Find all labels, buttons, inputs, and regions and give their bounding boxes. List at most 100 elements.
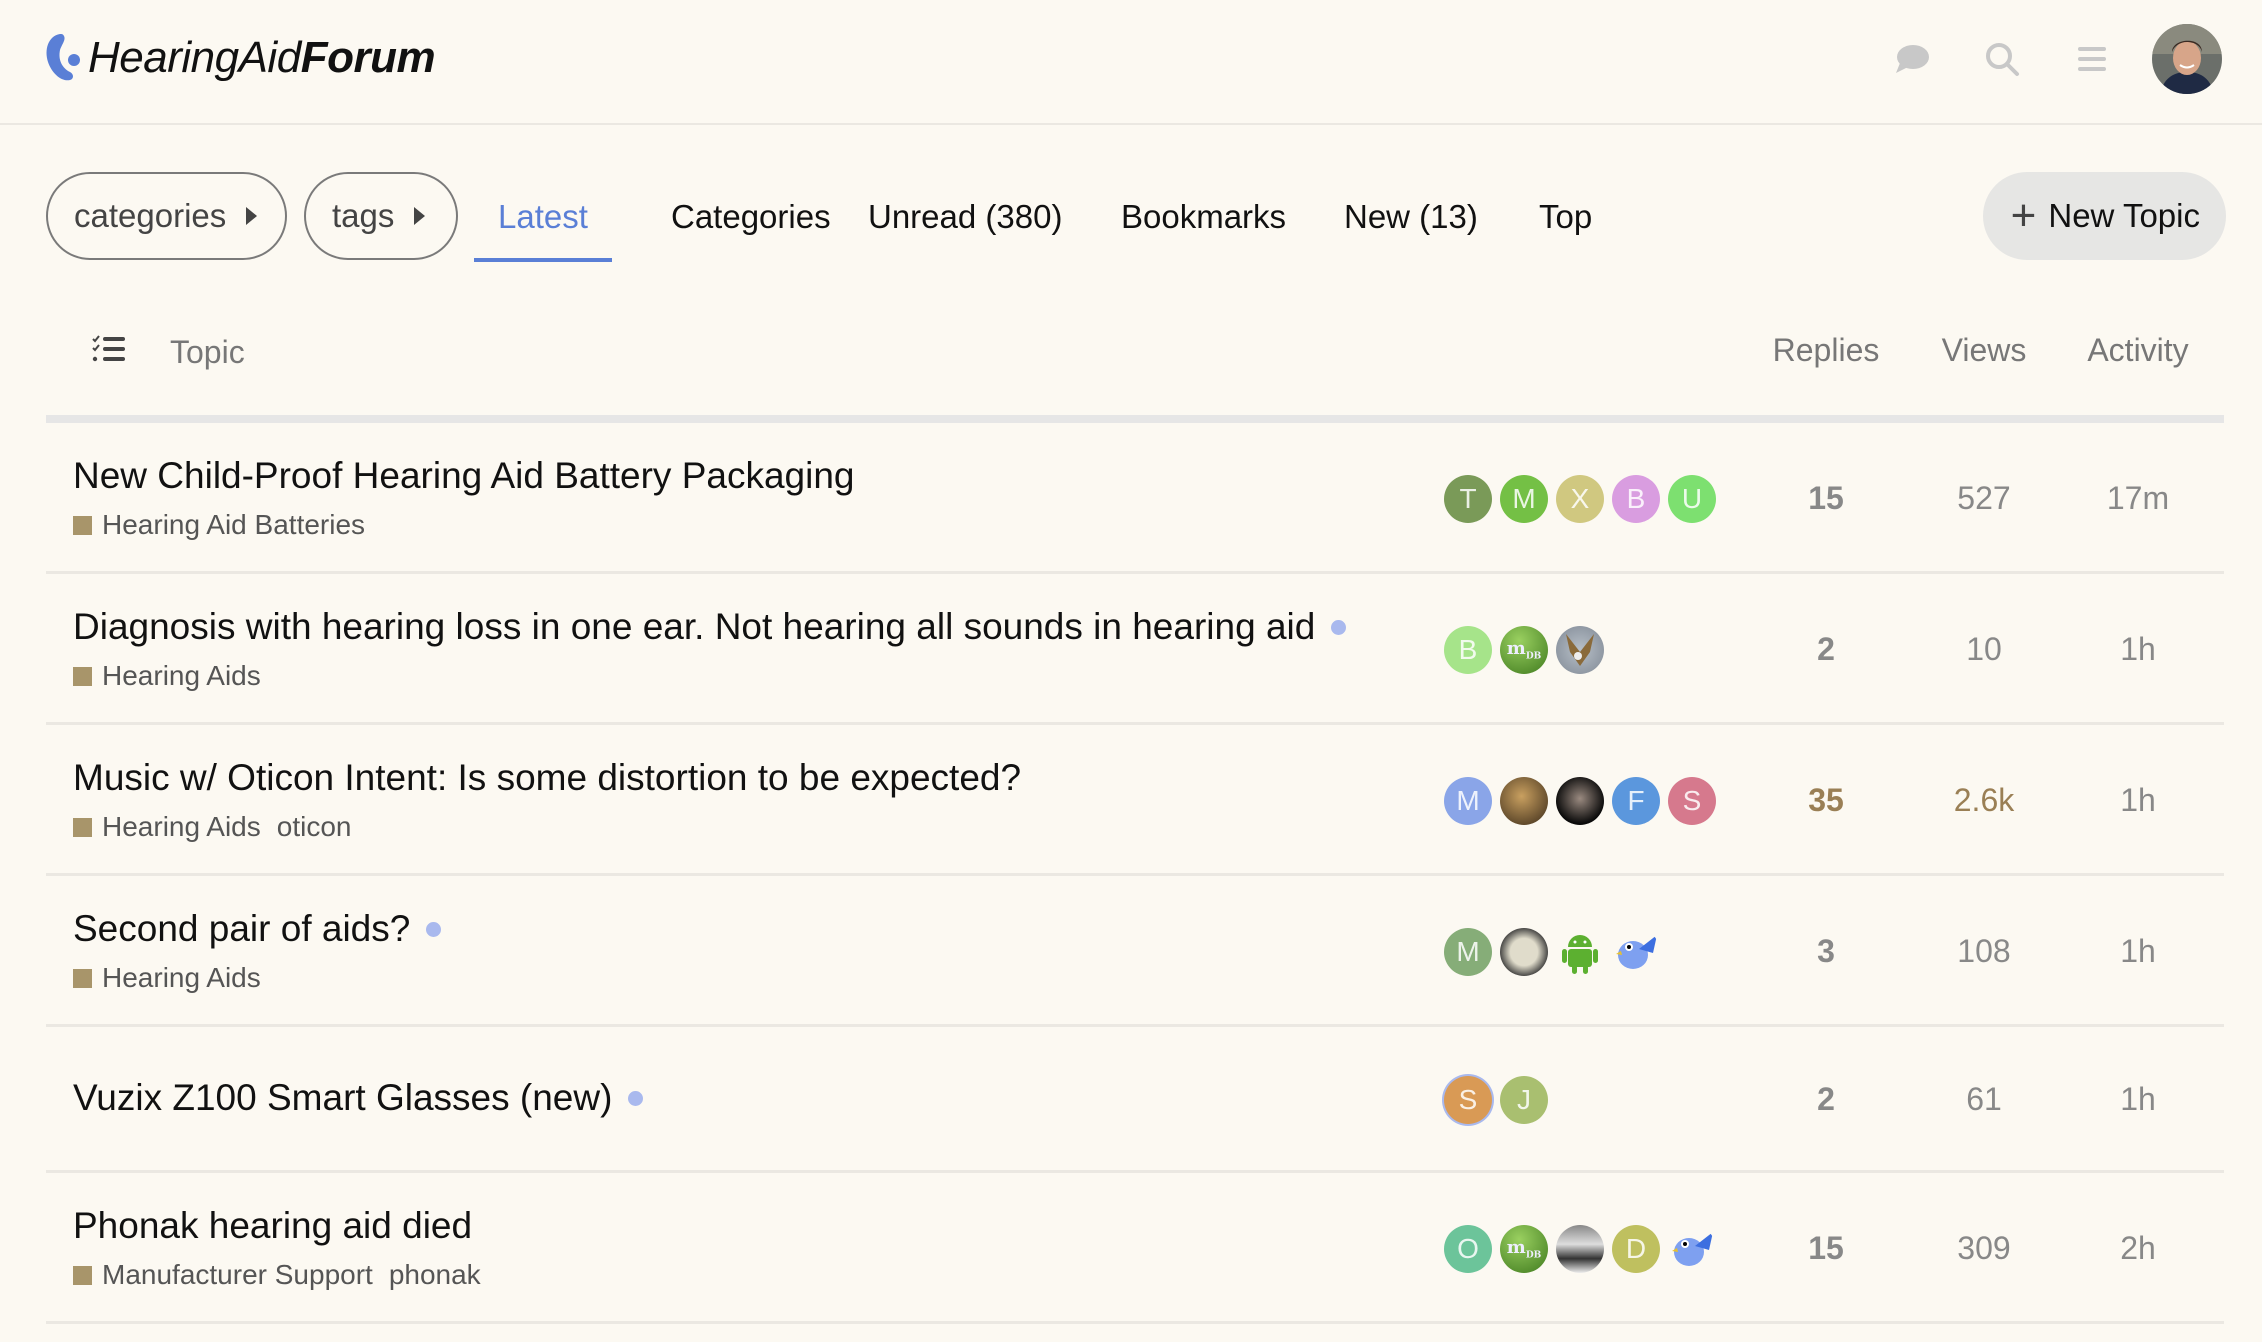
poster-avatar[interactable]: M — [1444, 927, 1492, 976]
topic-row[interactable]: Second pair of aids? Hearing Aids M 3 108 1h — [46, 876, 2224, 1027]
poster-avatar[interactable]: S — [1668, 776, 1716, 825]
poster-avatar[interactable]: S — [1444, 1076, 1492, 1124]
poster-avatar[interactable]: F — [1612, 776, 1660, 825]
replies-count: 15 — [1808, 479, 1844, 516]
tab-new[interactable]: New (13) — [1320, 172, 1502, 262]
tab-categories[interactable]: Categories — [647, 172, 855, 262]
tab-top[interactable]: Top — [1515, 172, 1616, 262]
topic-title: Music w/ Oticon Intent: Is some distorti… — [73, 757, 1022, 798]
avatar-initial: T — [1459, 482, 1477, 514]
poster-avatar[interactable]: T — [1444, 474, 1492, 523]
topic-meta: Hearing Aids — [73, 962, 261, 994]
caret-right-icon — [246, 207, 258, 225]
topic-row[interactable]: Vuzix Z100 Smart Glasses (new) S J 2 61 1h — [46, 1027, 2224, 1173]
poster-avatar[interactable]: U — [1668, 474, 1716, 523]
topic-title: Second pair of aids? — [73, 908, 411, 949]
chat-icon[interactable] — [1882, 29, 1942, 89]
header-divider — [46, 415, 2224, 423]
topic-title-link[interactable]: Phonak hearing aid died — [73, 1205, 472, 1247]
poster-avatars: M — [1444, 927, 1668, 976]
poster-avatars: TMX B U — [1444, 474, 1724, 523]
views-count: 309 — [1957, 1229, 2011, 1266]
topic-tag[interactable]: oticon — [277, 811, 352, 843]
avatar-initial: B — [1458, 633, 1478, 665]
topic-tag[interactable]: phonak — [389, 1259, 481, 1291]
photo-avatar[interactable] — [1500, 776, 1548, 825]
avatar-initial: X — [1570, 482, 1590, 514]
category-badge[interactable]: Hearing Aids — [73, 962, 261, 994]
poster-avatar[interactable]: B — [1444, 625, 1492, 674]
poster-avatar[interactable]: M — [1500, 474, 1548, 523]
coin-avatar[interactable] — [1500, 927, 1548, 976]
topic-row[interactable]: New Child-Proof Hearing Aid Battery Pack… — [46, 423, 2224, 574]
topic-title-link[interactable]: Diagnosis with hearing loss in one ear. … — [73, 606, 1347, 648]
activity-time[interactable]: 1h — [2058, 1081, 2218, 1118]
poster-avatar[interactable]: D — [1612, 1224, 1660, 1273]
bluebird-avatar[interactable] — [1668, 1224, 1716, 1273]
topic-title-link[interactable]: Second pair of aids? — [73, 908, 442, 950]
poster-avatar[interactable]: B — [1612, 474, 1660, 523]
new-topic-label: New Topic — [2048, 197, 2200, 234]
views-count: 527 — [1957, 479, 2011, 516]
activity-time[interactable]: 1h — [2058, 782, 2218, 819]
views-count: 2.6k — [1953, 781, 2015, 818]
poster-avatar[interactable]: O — [1444, 1224, 1492, 1273]
search-icon[interactable] — [1972, 29, 2032, 89]
green-mdb-avatar[interactable]: mDB — [1500, 625, 1548, 674]
topic-title-link[interactable]: Music w/ Oticon Intent: Is some distorti… — [73, 757, 1021, 799]
avatar-initial: B — [1626, 482, 1646, 514]
topic-row[interactable]: Diagnosis with hearing loss in one ear. … — [46, 574, 2224, 725]
topic-title: Diagnosis with hearing loss in one ear. … — [73, 606, 1316, 647]
category-name: Hearing Aids — [102, 660, 261, 691]
category-badge[interactable]: Hearing Aid Batteries — [73, 509, 365, 541]
topic-row[interactable]: Music w/ Oticon Intent: Is some distorti… — [46, 725, 2224, 876]
tags-dropdown[interactable]: tags — [304, 172, 458, 260]
categories-dropdown[interactable]: categories — [46, 172, 287, 260]
site-name: HearingAidForum — [88, 33, 436, 82]
poster-avatar[interactable]: X — [1556, 474, 1604, 523]
replies-count: 35 — [1808, 781, 1844, 818]
hamburger-menu-icon[interactable] — [2062, 29, 2122, 89]
poster-avatar[interactable]: M — [1444, 776, 1492, 825]
topic-row[interactable]: Phonak hearing aid died Manufacturer Supp… — [46, 1173, 2224, 1324]
category-name: Hearing Aid Batteries — [102, 509, 366, 540]
bluebird-avatar[interactable] — [1612, 927, 1660, 976]
site-logo[interactable]: HearingAidForum — [44, 32, 436, 84]
topic-meta: Hearing Aids oticon — [73, 811, 351, 843]
category-badge[interactable]: Hearing Aids — [73, 660, 261, 692]
activity-column-header[interactable]: Activity — [2058, 332, 2218, 369]
activity-time[interactable]: 1h — [2058, 631, 2218, 668]
topic-title-link[interactable]: New Child-Proof Hearing Aid Battery Pack… — [73, 455, 855, 497]
views-column-header[interactable]: Views — [1904, 332, 2064, 369]
poster-avatars: BmDB — [1444, 625, 1612, 674]
caret-right-icon — [414, 207, 426, 225]
avatar-initial: S — [1682, 784, 1702, 816]
category-name: Hearing Aids — [102, 811, 261, 842]
photo-avatar-dark[interactable] — [1556, 776, 1604, 825]
activity-time[interactable]: 17m — [2058, 480, 2218, 517]
activity-time[interactable]: 2h — [2058, 1230, 2218, 1267]
bulk-select-icon[interactable] — [92, 335, 126, 370]
replies-count: 15 — [1808, 1229, 1844, 1266]
tab-bookmarks[interactable]: Bookmarks — [1097, 172, 1310, 262]
android-avatar[interactable] — [1556, 927, 1604, 976]
new-posts-dot-icon — [1331, 619, 1347, 635]
topic-title-link[interactable]: Vuzix Z100 Smart Glasses (new) — [73, 1077, 644, 1119]
avatar-initial: U — [1681, 482, 1703, 514]
green-mdb-avatar[interactable]: mDB — [1500, 1224, 1548, 1273]
topic-list-header: Topic Replies Views Activity — [46, 310, 2224, 420]
tab-unread[interactable]: Unread (380) — [844, 172, 1086, 262]
category-name: Hearing Aids — [102, 962, 261, 993]
category-color-icon — [73, 817, 92, 837]
activity-time[interactable]: 1h — [2058, 933, 2218, 970]
new-posts-dot-icon — [628, 1090, 644, 1106]
new-topic-button[interactable]: + New Topic — [1982, 172, 2226, 260]
replies-column-header[interactable]: Replies — [1746, 332, 1906, 369]
user-avatar[interactable] — [2152, 24, 2222, 94]
category-badge[interactable]: Manufacturer Support — [73, 1259, 373, 1291]
category-badge[interactable]: Hearing Aids — [73, 811, 261, 843]
tab-latest[interactable]: Latest — [474, 172, 612, 262]
photo-avatar-bw[interactable] — [1556, 1224, 1604, 1273]
eagle-avatar[interactable] — [1556, 625, 1604, 674]
poster-avatar[interactable]: J — [1500, 1076, 1548, 1124]
